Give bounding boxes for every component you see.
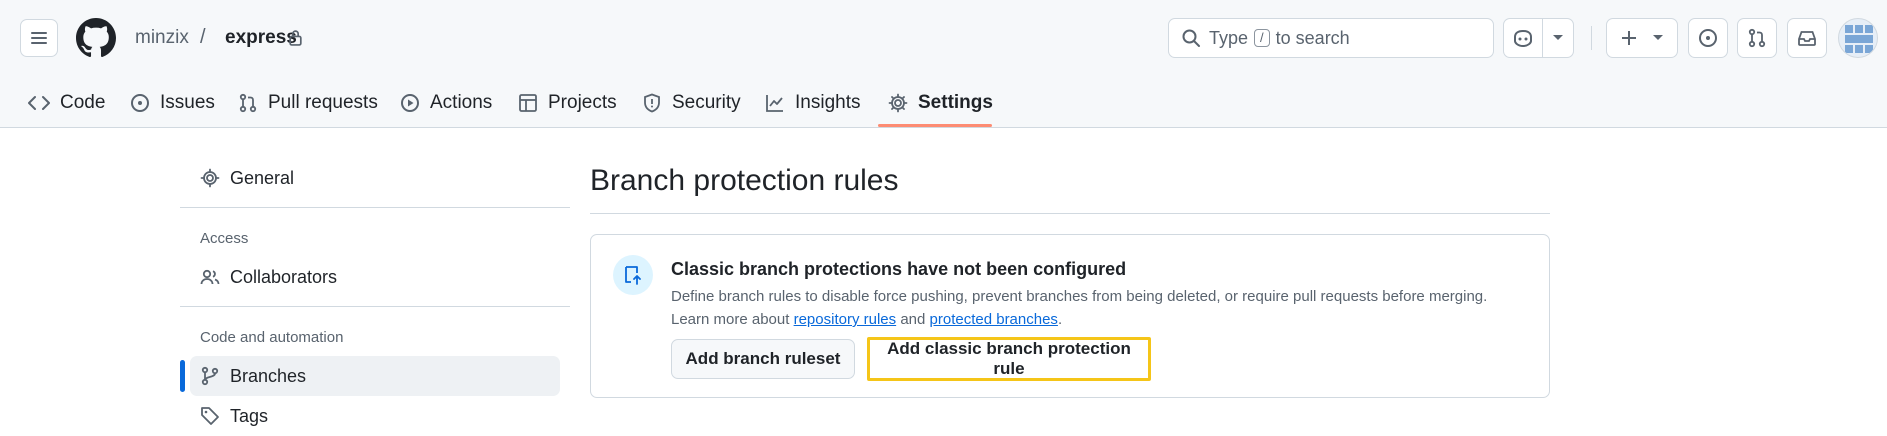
tab-issues[interactable]: Issues	[130, 78, 215, 128]
sidebar-divider	[180, 207, 570, 208]
copilot-button[interactable]	[1503, 18, 1543, 58]
search-text-after: to search	[1275, 27, 1350, 48]
add-branch-ruleset-button[interactable]: Add branch ruleset	[671, 339, 855, 379]
git-branch-icon	[201, 366, 219, 386]
inbox-button[interactable]	[1787, 18, 1827, 58]
identicon-avatar-icon	[1845, 25, 1873, 53]
triangle-down-icon	[1553, 35, 1563, 40]
page-title: Branch protection rules	[590, 164, 899, 197]
breadcrumb-owner[interactable]: minzix	[135, 27, 189, 49]
shield-icon	[644, 93, 660, 113]
inbox-icon	[1798, 31, 1816, 46]
repo-tabs: Code Issues Pull requests Actions Projec…	[0, 78, 1887, 128]
hamburger-icon	[31, 32, 47, 44]
selected-tab-indicator	[878, 124, 992, 127]
sidebar-heading-code-automation: Code and automation	[200, 329, 344, 346]
tab-label: Security	[672, 92, 741, 113]
search-icon	[1182, 29, 1200, 47]
add-classic-branch-protection-rule-button[interactable]: Add classic branch protection rule	[867, 337, 1151, 381]
git-pull-request-icon	[1748, 28, 1766, 48]
sidebar-item-label: Collaborators	[230, 266, 338, 287]
copilot-dropdown-button[interactable]	[1542, 18, 1574, 58]
card-desc-text: .	[1057, 311, 1063, 328]
sidebar-item-general[interactable]: General	[190, 158, 560, 198]
table-icon	[519, 94, 537, 112]
tab-label: Insights	[795, 92, 861, 113]
card-description-line: Define branch rules to disable force pus…	[671, 288, 1488, 305]
sidebar-item-label: Branches	[230, 365, 307, 386]
blankslate-card: Classic branch protections have not been…	[590, 234, 1550, 398]
lock-icon	[289, 30, 302, 46]
code-icon	[28, 96, 50, 110]
triangle-down-icon	[1653, 35, 1663, 40]
sidebar-heading-access: Access	[200, 230, 249, 247]
tab-label: Actions	[430, 92, 493, 113]
tab-label: Settings	[918, 92, 993, 113]
tab-actions[interactable]: Actions	[400, 78, 492, 128]
play-icon	[401, 94, 419, 112]
sidebar-item-collaborators[interactable]: Collaborators	[190, 257, 560, 297]
github-logo-icon[interactable]	[76, 18, 116, 58]
tab-pull-requests[interactable]: Pull requests	[238, 78, 378, 128]
people-icon	[200, 269, 220, 285]
tab-projects[interactable]: Projects	[518, 78, 617, 128]
repository-rules-link[interactable]: repository rules	[794, 311, 897, 328]
search-shortcut-key: /	[1254, 29, 1270, 47]
gear-icon	[888, 93, 908, 113]
issue-opened-icon	[131, 94, 149, 112]
title-divider	[590, 213, 1550, 214]
copilot-icon	[1514, 29, 1532, 48]
breadcrumb-repo[interactable]: express	[225, 27, 297, 49]
top-header: minzix / express Type / to search Code I…	[0, 0, 1887, 128]
gear-icon	[200, 168, 220, 188]
repo-push-icon	[625, 266, 641, 285]
protected-branches-link[interactable]: protected branches	[930, 311, 1058, 328]
breadcrumb-separator: /	[200, 26, 206, 48]
plus-icon	[1622, 31, 1636, 45]
tab-label: Code	[60, 92, 106, 113]
sidebar-item-branches[interactable]: Branches	[190, 356, 560, 396]
tab-insights[interactable]: Insights	[765, 78, 860, 128]
your-issues-button[interactable]	[1688, 18, 1728, 58]
tab-settings[interactable]: Settings	[888, 78, 993, 128]
menu-button[interactable]	[20, 19, 58, 57]
git-pull-request-icon	[239, 93, 257, 113]
your-pull-requests-button[interactable]	[1737, 18, 1777, 58]
card-description-line: Learn more about repository rules and pr…	[671, 308, 1531, 331]
search-input[interactable]: Type / to search	[1168, 18, 1494, 58]
tab-label: Pull requests	[268, 92, 378, 113]
card-description: Define branch rules to disable force pus…	[671, 285, 1531, 331]
repo-push-icon-wrapper	[613, 255, 653, 295]
tab-code[interactable]: Code	[28, 78, 105, 128]
card-heading: Classic branch protections have not been…	[671, 259, 1127, 279]
tab-label: Issues	[160, 92, 215, 113]
tag-icon	[201, 407, 219, 425]
card-desc-text: and	[900, 311, 926, 328]
search-text-before: Type	[1209, 27, 1249, 48]
tab-label: Projects	[548, 92, 617, 113]
sidebar-divider	[180, 306, 570, 307]
user-avatar[interactable]	[1838, 18, 1878, 58]
sidebar-active-indicator	[180, 360, 185, 392]
create-new-button[interactable]	[1606, 18, 1678, 58]
graph-icon	[766, 95, 783, 112]
sidebar-item-tags[interactable]: Tags	[190, 396, 560, 436]
sidebar-item-label: Tags	[230, 405, 269, 426]
header-divider	[1591, 26, 1592, 50]
tab-security[interactable]: Security	[642, 78, 741, 128]
sidebar-item-label: General	[230, 167, 295, 188]
issue-opened-icon	[1699, 29, 1717, 47]
card-desc-text: Learn more about	[671, 311, 790, 328]
